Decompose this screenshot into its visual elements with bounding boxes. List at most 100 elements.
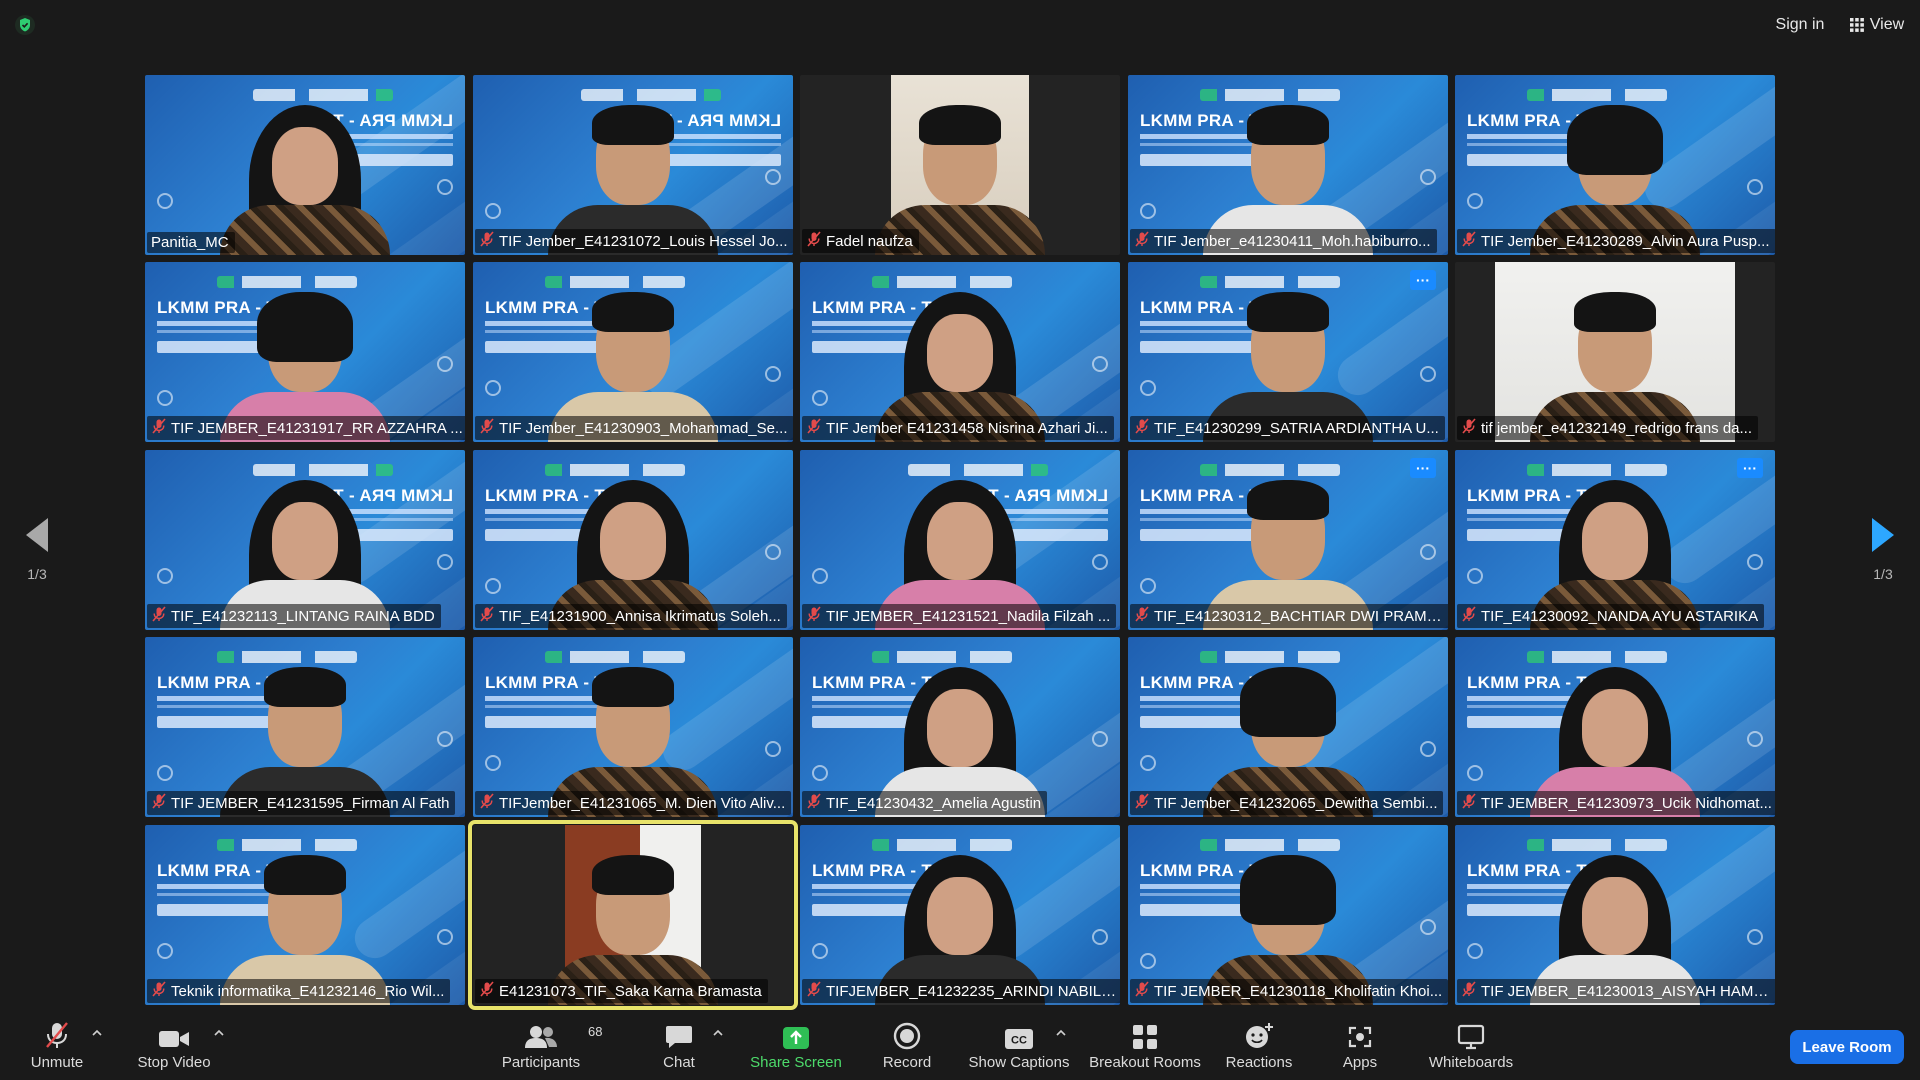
participant-tile[interactable]: LKMM PRA - TD TIF Jember E41231458 Nisrin…: [800, 262, 1120, 442]
sponsor-logos: [1200, 89, 1340, 101]
arrow-left-icon: [26, 518, 48, 552]
participant-tile[interactable]: LKMM PRA - TD TIFJEMBER_E41232235_ARINDI …: [800, 825, 1120, 1005]
participant-name-tag: TIF JEMBER_E41230973_Ucik Nidhomat...: [1457, 791, 1775, 815]
participant-tile[interactable]: LKMM PRA - TD TIF Jember_E41231072_Louis …: [473, 75, 793, 255]
mic-muted-icon: [1461, 981, 1477, 1001]
participant-tile[interactable]: LKMM PRA - TD TIF JEMBER_E41231917_RR AZZ…: [145, 262, 465, 442]
sponsor-logos: [1527, 89, 1667, 101]
participant-name-tag: TIFJEMBER_E41232235_ARINDI NABILA...: [802, 979, 1120, 1003]
sponsor-logos: [545, 651, 685, 663]
sponsor-logos: [545, 276, 685, 288]
participant-tile[interactable]: LKMM PRA - TD TIF JEMBER_E41230118_Kholif…: [1128, 825, 1448, 1005]
sponsor-logos: [217, 839, 357, 851]
participant-name-tag: TIF_E41230312_BACHTIAR DWI PRAMU...: [1130, 604, 1448, 628]
mic-muted-icon: [1134, 793, 1150, 813]
participant-tile[interactable]: LKMM PRA - TD ··· TIF_E41230312_BACHTIAR D…: [1128, 450, 1448, 630]
participant-name-tag: TIF Jember_E41230903_Mohammad_Se...: [475, 416, 793, 440]
sponsor-logos: [1200, 276, 1340, 288]
participant-name-tag: E41231073_TIF_Saka Karna Bramasta: [475, 979, 768, 1003]
participant-tile[interactable]: LKMM PRA - TD TIF Jember_E41230903_Mohamm…: [473, 262, 793, 442]
chat-options-caret-icon[interactable]: [713, 1028, 723, 1038]
participant-tile[interactable]: LKMM PRA - TD ··· TIF_E41230092_NANDA AYU …: [1455, 450, 1775, 630]
participant-name: Fadel naufza: [826, 232, 913, 250]
mic-muted-icon: [1134, 981, 1150, 1001]
record-icon: [893, 1010, 921, 1050]
video-gallery: LKMM PRA - TD Panitia_MC LKMM PRA - TD TIF …: [0, 0, 1920, 1010]
participant-tile[interactable]: LKMM PRA - TD TIF JEMBER_E41231595_Firman…: [145, 637, 465, 817]
participant-tile[interactable]: LKMM PRA - TD TIF Jember_E41230289_Alvin …: [1455, 75, 1775, 255]
audio-options-caret-icon[interactable]: [92, 1028, 102, 1038]
participant-tile[interactable]: LKMM PRA - TD TIF_E41232113_LINTANG RAINA…: [145, 450, 465, 630]
share-screen-button[interactable]: Share Screen: [748, 1010, 844, 1080]
participant-tile[interactable]: LKMM PRA - TD TIF JEMBER_E41231521_Nadila…: [800, 450, 1120, 630]
sponsor-logos: [253, 464, 393, 476]
participants-button[interactable]: 68 Participants: [496, 1010, 603, 1080]
mic-muted-icon: [479, 418, 495, 438]
participant-name: TIF Jember_E41232065_Dewitha Sembi...: [1154, 794, 1438, 812]
participant-name: Teknik informatika_E41232146_Rio Wil...: [171, 982, 445, 1000]
participant-name-tag: TIF JEMBER_E41231595_Firman Al Fath: [147, 791, 456, 815]
leave-room-button[interactable]: Leave Room: [1790, 1030, 1904, 1064]
participant-tile[interactable]: LKMM PRA - TD Panitia_MC: [145, 75, 465, 255]
page-indicator-right: 1/3: [1873, 566, 1893, 582]
video-camera-icon: [158, 1010, 190, 1050]
show-captions-button[interactable]: CC Show Captions: [966, 1010, 1072, 1080]
participant-tile[interactable]: LKMM PRA - TD TIF Jember_e41230411_Moh.ha…: [1128, 75, 1448, 255]
participant-tile[interactable]: Fadel naufza: [800, 75, 1120, 255]
participant-name-tag: TIF Jember_E41232065_Dewitha Sembi...: [1130, 791, 1444, 815]
participant-tile[interactable]: tif jember_e41232149_redrigo frans da...: [1455, 262, 1775, 442]
sponsor-logos: [1200, 651, 1340, 663]
sponsor-logos: [545, 464, 685, 476]
more-options-button[interactable]: ···: [1737, 458, 1763, 478]
participant-tile[interactable]: LKMM PRA - TD Teknik informatika_E4123214…: [145, 825, 465, 1005]
participant-tile[interactable]: LKMM PRA - TD TIF_E41231900_Annisa Ikrima…: [473, 450, 793, 630]
participant-tile[interactable]: LKMM PRA - TD ··· TIF_E41230299_SATRIA ARD…: [1128, 262, 1448, 442]
participant-name-tag: TIF JEMBER_E41231521_Nadila Filzah ...: [802, 604, 1117, 628]
previous-page-button[interactable]: 1/3: [17, 518, 57, 588]
captions-options-caret-icon[interactable]: [1056, 1028, 1066, 1038]
participant-name-tag: TIF Jember_e41230411_Moh.habiburro...: [1130, 229, 1437, 253]
participant-tile[interactable]: LKMM PRA - TD TIFJember_E41231065_M. Dien…: [473, 637, 793, 817]
participant-name: TIF_E41231900_Annisa Ikrimatus Soleh...: [499, 607, 781, 625]
mic-muted-icon: [479, 981, 495, 1001]
participant-name: TIF_E41230092_NANDA AYU ASTARIKA: [1481, 607, 1759, 625]
reactions-button[interactable]: Reactions: [1224, 1010, 1294, 1080]
svg-text:CC: CC: [1011, 1035, 1027, 1047]
apps-label: Apps: [1342, 1054, 1378, 1071]
whiteboards-button[interactable]: Whiteboards: [1420, 1010, 1522, 1080]
participant-name-tag: TIF_E41231900_Annisa Ikrimatus Soleh...: [475, 604, 787, 628]
stop-video-button[interactable]: Stop Video: [130, 1010, 218, 1080]
breakout-rooms-label: Breakout Rooms: [1089, 1054, 1201, 1071]
participant-name-tag: TIF Jember_E41230289_Alvin Aura Pusp...: [1457, 229, 1775, 253]
unmute-button[interactable]: Unmute: [22, 1010, 92, 1080]
participant-name-tag: TIF_E41232113_LINTANG RAINA BDD: [147, 604, 441, 628]
whiteboard-icon: [1457, 1010, 1485, 1050]
participant-tile[interactable]: LKMM PRA - TD TIF_E41230432_Amelia Agusti…: [800, 637, 1120, 817]
participant-name-tag: TIF JEMBER_E41230013_AISYAH HAMDA: [1457, 979, 1775, 1003]
participants-icon: 68: [524, 1010, 602, 1050]
next-page-button[interactable]: 1/3: [1863, 518, 1903, 588]
sponsor-logos: [1200, 839, 1340, 851]
participant-name-tag: Panitia_MC: [147, 232, 235, 253]
meeting-toolbar: Unmute Stop Video 68 Participants Chat S…: [0, 1010, 1920, 1080]
mic-muted-icon: [1134, 231, 1150, 251]
participant-tile[interactable]: LKMM PRA - TD TIF JEMBER_E41230013_AISYAH…: [1455, 825, 1775, 1005]
chat-button[interactable]: Chat: [658, 1010, 700, 1080]
breakout-rooms-icon: [1132, 1010, 1158, 1050]
more-options-button[interactable]: ···: [1410, 270, 1436, 290]
sponsor-logos: [872, 651, 1012, 663]
participant-name: TIF JEMBER_E41230118_Kholifatin Khoi...: [1154, 982, 1443, 1000]
breakout-rooms-button[interactable]: Breakout Rooms: [1088, 1010, 1202, 1080]
participant-tile[interactable]: E41231073_TIF_Saka Karna Bramasta: [468, 820, 798, 1010]
reactions-label: Reactions: [1225, 1054, 1293, 1071]
more-options-button[interactable]: ···: [1410, 458, 1436, 478]
apps-button[interactable]: Apps: [1334, 1010, 1386, 1080]
participant-tile[interactable]: LKMM PRA - TD TIF Jember_E41232065_Dewith…: [1128, 637, 1448, 817]
participant-name: Panitia_MC: [151, 234, 229, 251]
participant-name: TIF Jember_E41230903_Mohammad_Se...: [499, 419, 788, 437]
mic-muted-icon: [1134, 606, 1150, 626]
participant-name: TIF JEMBER_E41231521_Nadila Filzah ...: [826, 607, 1111, 625]
video-options-caret-icon[interactable]: [214, 1028, 224, 1038]
participant-tile[interactable]: LKMM PRA - TD TIF JEMBER_E41230973_Ucik N…: [1455, 637, 1775, 817]
record-button[interactable]: Record: [876, 1010, 938, 1080]
